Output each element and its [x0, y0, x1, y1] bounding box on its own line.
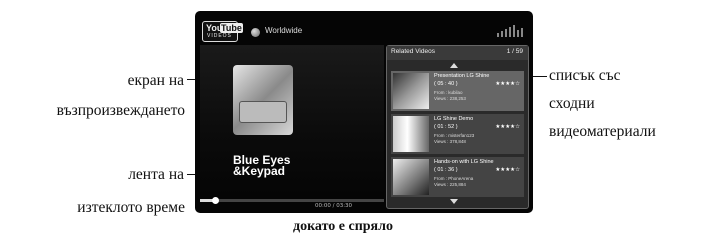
- related-item-duration: ( 05 : 40 ): [434, 81, 458, 87]
- video-thumbnail: [393, 159, 429, 195]
- video-thumbnail: [393, 116, 429, 152]
- keypad-image: [239, 101, 287, 123]
- related-item-duration: ( 01 : 52 ): [434, 124, 458, 130]
- rating-stars: ★★★★☆: [495, 124, 520, 130]
- rating-stars: ★★★★☆: [495, 81, 520, 87]
- callout-related-line-2: сходни: [549, 95, 595, 112]
- related-page-count: 1 / 59: [506, 48, 523, 55]
- playback-screen[interactable]: Blue Eyes &Keypad: [200, 45, 384, 195]
- callout-elapsed-line-2: изтеклото време: [77, 199, 185, 216]
- youtube-player-screen: You Tube VIDEOS Worldwide Blue Eyes &Key…: [195, 11, 533, 213]
- related-item-views: Views : 225,884: [434, 182, 466, 187]
- related-item-from: From : kubilao: [434, 90, 463, 95]
- globe-icon: [251, 28, 260, 37]
- related-item-from: From : PhoneArena: [434, 176, 474, 181]
- scroll-up-icon[interactable]: [450, 63, 458, 68]
- callout-related-list: списък със сходни видеоматериали: [549, 65, 708, 142]
- callout-line-1: екран на: [127, 72, 184, 89]
- video-title: Blue Eyes &Keypad: [233, 154, 290, 178]
- rating-stars: ★★★★☆: [495, 167, 520, 173]
- related-item-title: Presentation LG Shine: [434, 73, 490, 79]
- elapsed-time: 00:00 / 03:30: [315, 203, 353, 209]
- related-item-2[interactable]: LG Shine Demo ( 01 : 52 ) ★★★★☆ From : m…: [391, 114, 524, 154]
- figure-caption: докато е спряло: [293, 219, 393, 234]
- signal-bars-icon: [497, 25, 523, 37]
- region-label[interactable]: Worldwide: [265, 26, 302, 35]
- youtube-logo: You Tube VIDEOS: [202, 21, 243, 42]
- related-item-from: From : misterfan123: [434, 133, 475, 138]
- related-item-1[interactable]: Presentation LG Shine ( 05 : 40 ) ★★★★☆ …: [391, 71, 524, 111]
- elapsed-knob[interactable]: [211, 197, 219, 204]
- callout-elapsed-bar-2: изтеклото време: [27, 197, 185, 218]
- callout-playback-screen-2: възпроизвеждането: [30, 100, 185, 121]
- related-title: Related Videos: [391, 48, 435, 55]
- related-item-views: Views : 238,253: [434, 96, 466, 101]
- related-item-views: Views : 378,848: [434, 139, 466, 144]
- callout-line-2: възпроизвеждането: [56, 102, 185, 119]
- related-item-3[interactable]: Hands-on with LG Shine ( 01 : 36 ) ★★★★☆…: [391, 157, 524, 197]
- logo-tube: Tube: [220, 23, 243, 33]
- video-title-line-2: &Keypad: [233, 164, 286, 178]
- video-thumbnail: [393, 73, 429, 109]
- scroll-down-icon[interactable]: [450, 199, 458, 204]
- related-header: Related Videos 1 / 59: [387, 46, 528, 60]
- callout-elapsed-line-1: лента на: [128, 166, 184, 183]
- phone-image: [233, 65, 293, 135]
- callout-elapsed-bar: лента на: [93, 164, 184, 185]
- related-item-duration: ( 01 : 36 ): [434, 167, 458, 173]
- logo-sub: VIDEOS: [207, 33, 232, 39]
- callout-related-line-3: видеоматериали: [549, 123, 656, 140]
- callout-playback-screen: екран на: [89, 70, 184, 91]
- related-item-title: LG Shine Demo: [434, 116, 474, 122]
- elapsed-time-bar[interactable]: [200, 197, 384, 204]
- related-item-title: Hands-on with LG Shine: [434, 159, 494, 165]
- callout-related-line-1: списък със: [549, 67, 621, 84]
- related-videos-panel: Related Videos 1 / 59 Presentation LG Sh…: [386, 45, 529, 209]
